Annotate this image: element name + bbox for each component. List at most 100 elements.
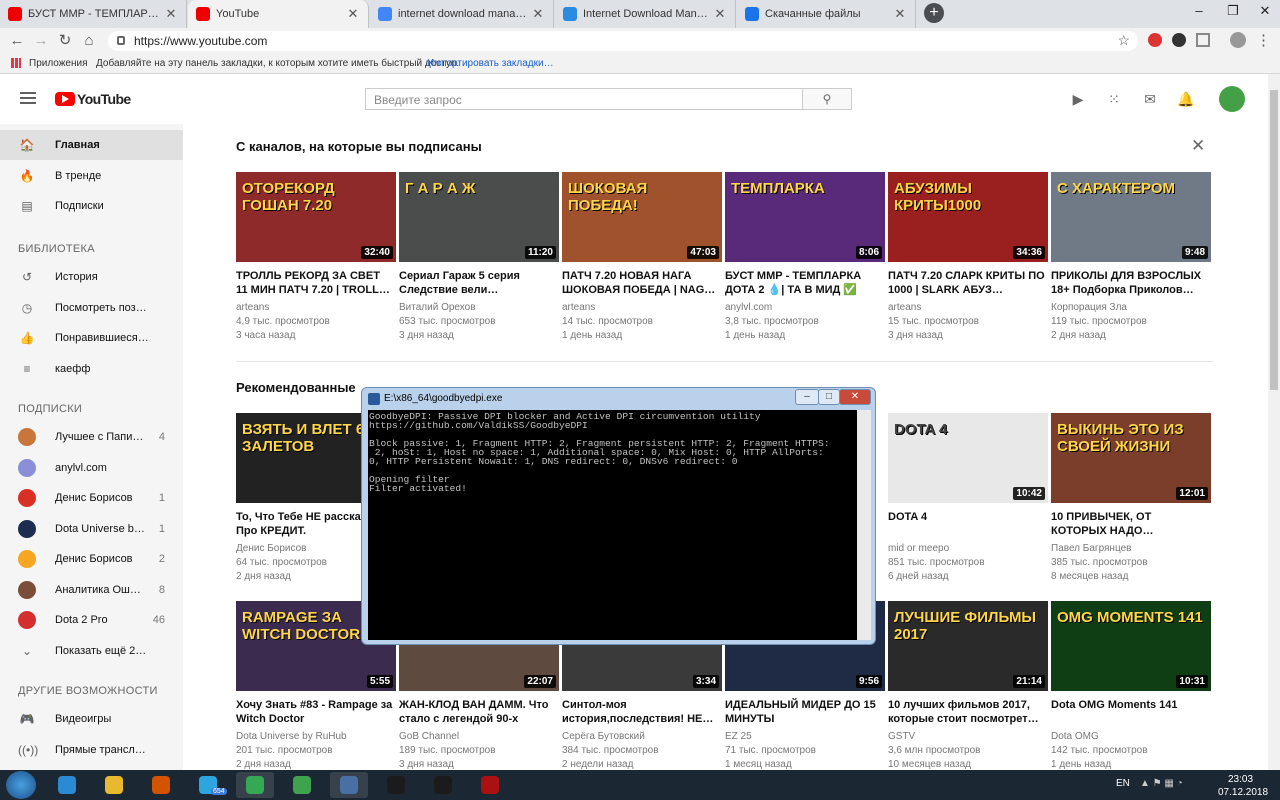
- video-thumbnail[interactable]: С ХАРАКТЕРОМ 9:48: [1051, 172, 1211, 262]
- apps-icon[interactable]: ⁙: [1105, 90, 1123, 108]
- messages-icon[interactable]: ✉: [1141, 90, 1159, 108]
- search-input[interactable]: Введите запрос: [365, 88, 803, 110]
- profile-avatar[interactable]: [1230, 32, 1246, 48]
- video-channel[interactable]: Корпорация Зла: [1051, 301, 1209, 315]
- video-thumbnail[interactable]: ОТОРЕКОРД ГОШАН 7.20 32:40: [236, 172, 396, 262]
- sidebar-item[interactable]: ⌄ Показать ещё 2…: [0, 636, 183, 666]
- tab-close-icon[interactable]: ✕: [346, 6, 360, 22]
- video-channel[interactable]: Павел Багрянцев: [1051, 542, 1209, 556]
- user-avatar[interactable]: [1219, 86, 1245, 112]
- minimize-window-button[interactable]: –: [1182, 0, 1216, 22]
- apps-grid-icon[interactable]: [11, 58, 21, 68]
- video-title[interactable]: 10 ПРИВЫЧЕК, ОТ КОТОРЫХ НАДО…: [1051, 510, 1209, 538]
- browser-tab[interactable]: БУСТ ММР - ТЕМПЛАРКА ДОТА 2✕: [0, 0, 187, 28]
- video-channel[interactable]: arteans: [562, 301, 720, 315]
- console-minimize-button[interactable]: –: [795, 389, 819, 405]
- new-tab-button[interactable]: +: [924, 3, 944, 23]
- clock-date[interactable]: 07.12.2018: [1218, 787, 1268, 798]
- home-icon[interactable]: ⌂: [78, 30, 100, 52]
- extension-icon[interactable]: [1196, 33, 1210, 47]
- reload-icon[interactable]: ↻: [54, 30, 76, 52]
- extension-icon[interactable]: [1148, 33, 1162, 47]
- sidebar-item[interactable]: Денис Борисов 2: [0, 544, 183, 574]
- tray-icons[interactable]: ▲ ⚑ ▦ ◔: [1140, 778, 1183, 789]
- console-maximize-button[interactable]: □: [818, 389, 840, 405]
- video-channel[interactable]: GSTV: [888, 730, 1046, 744]
- sidebar-item[interactable]: Лучшее с Папи… 4: [0, 422, 183, 452]
- taskbar-button[interactable]: [330, 772, 368, 798]
- close-window-button[interactable]: ✕: [1248, 0, 1280, 22]
- create-video-icon[interactable]: ▶: [1069, 90, 1087, 108]
- close-section-icon[interactable]: ✕: [1191, 136, 1205, 156]
- clock-time[interactable]: 23:03: [1228, 774, 1253, 785]
- apps-link[interactable]: Приложения: [29, 58, 88, 69]
- console-scrollbar[interactable]: [857, 410, 871, 640]
- video-title[interactable]: Dota OMG Moments 141: [1051, 698, 1209, 726]
- taskbar-button[interactable]: 654: [189, 772, 227, 798]
- video-title[interactable]: ПАТЧ 7.20 СЛАРК КРИТЫ ПО 1000 | SLARK АБ…: [888, 269, 1046, 297]
- video-title[interactable]: 10 лучших фильмов 2017, которые стоит по…: [888, 698, 1046, 726]
- start-button[interactable]: [6, 771, 36, 799]
- video-channel[interactable]: arteans: [236, 301, 394, 315]
- back-icon[interactable]: ←: [6, 30, 28, 52]
- extension-icon[interactable]: [1172, 33, 1186, 47]
- video-thumbnail[interactable]: ТЕМПЛАРКА 8:06: [725, 172, 885, 262]
- video-title[interactable]: ЖАН-КЛОД ВАН ДАММ. Что стало с легендой …: [399, 698, 557, 726]
- input-language[interactable]: EN: [1116, 778, 1130, 789]
- video-thumbnail[interactable]: ВЫКИНЬ ЭТО ИЗ СВОЕЙ ЖИЗНИ 12:01: [1051, 413, 1211, 503]
- bookmark-star-icon[interactable]: ☆: [1117, 32, 1130, 49]
- browser-menu-icon[interactable]: ⋮: [1256, 31, 1271, 49]
- sidebar-item[interactable]: 🏠 Главная: [0, 130, 183, 160]
- sidebar-item[interactable]: ▤ Подписки: [0, 191, 183, 221]
- sidebar-item[interactable]: Dota 2 Pro 46: [0, 605, 183, 635]
- import-bookmarks-link[interactable]: Импортировать закладки…: [427, 58, 554, 69]
- page-scrollbar-thumb[interactable]: [1270, 90, 1278, 390]
- sidebar-item[interactable]: ((•)) Прямые трансл…: [0, 735, 183, 765]
- video-channel[interactable]: Dota Universe by RuHub: [236, 730, 394, 744]
- video-thumbnail[interactable]: DOTA 4 10:42: [888, 413, 1048, 503]
- video-channel[interactable]: EZ 25: [725, 730, 883, 744]
- browser-tab[interactable]: YouTube ✕: [188, 0, 369, 28]
- video-thumbnail[interactable]: OMG MOMENTS 141 10:31: [1051, 601, 1211, 691]
- video-channel[interactable]: anylvl.com: [725, 301, 883, 315]
- video-channel[interactable]: Серёга Бутовский: [562, 730, 720, 744]
- console-window[interactable]: E:\x86_64\goodbyedpi.exe – □ ✕ GoodbyeDP…: [361, 387, 876, 645]
- video-title[interactable]: DOTA 4: [888, 510, 1046, 538]
- browser-tab[interactable]: Скачанные файлы ✕: [737, 0, 916, 28]
- youtube-logo-text[interactable]: YouTube: [77, 91, 131, 107]
- sidebar-item[interactable]: Денис Борисов 1: [0, 483, 183, 513]
- console-output[interactable]: GoodbyeDPI: Passive DPI blocker and Acti…: [368, 410, 857, 640]
- video-thumbnail[interactable]: ЛУЧШИЕ ФИЛЬМЫ 2017 21:14: [888, 601, 1048, 691]
- video-channel[interactable]: arteans: [888, 301, 1046, 315]
- video-title[interactable]: Хочу Знать #83 - Rampage за Witch Doctor: [236, 698, 394, 726]
- video-title[interactable]: ПАТЧ 7.20 НОВАЯ НАГА ШОКОВАЯ ПОБЕДА | NA…: [562, 269, 720, 297]
- forward-icon[interactable]: →: [30, 30, 52, 52]
- tab-close-icon[interactable]: ✕: [531, 6, 545, 22]
- video-channel[interactable]: mid or meepo: [888, 542, 1046, 556]
- video-title[interactable]: ТРОЛЛЬ РЕКОРД ЗА СВЕТ 11 МИН ПАТЧ 7.20 |…: [236, 269, 394, 297]
- browser-tab[interactable]: internet download manager - По…✕: [370, 0, 554, 28]
- tab-close-icon[interactable]: ✕: [164, 6, 178, 22]
- taskbar-button[interactable]: [283, 772, 321, 798]
- sidebar-item[interactable]: Dota Universe b… 1: [0, 514, 183, 544]
- omnibox[interactable]: https://www.youtube.com ☆: [108, 31, 1138, 51]
- video-title[interactable]: ПРИКОЛЫ ДЛЯ ВЗРОСЛЫХ 18+ Подборка Прикол…: [1051, 269, 1209, 297]
- search-button[interactable]: ⚲: [802, 88, 852, 110]
- video-thumbnail[interactable]: ШОКОВАЯ ПОБЕДА! 47:03: [562, 172, 722, 262]
- video-title[interactable]: ИДЕАЛЬНЫЙ МИДЕР ДО 15 МИНУТЫ: [725, 698, 883, 726]
- taskbar-button[interactable]: [377, 772, 415, 798]
- taskbar-button[interactable]: [95, 772, 133, 798]
- video-channel[interactable]: Виталий Орехов: [399, 301, 557, 315]
- sidebar-item[interactable]: ◷ Посмотреть поз…: [0, 293, 183, 323]
- console-close-button[interactable]: ✕: [839, 389, 871, 405]
- hamburger-menu-icon[interactable]: [20, 92, 36, 104]
- notifications-bell-icon[interactable]: 🔔: [1177, 90, 1195, 108]
- sidebar-item[interactable]: 🔥 В тренде: [0, 161, 183, 191]
- video-title[interactable]: Сериал Гараж 5 серия Следствие вели…: [399, 269, 557, 297]
- browser-tab[interactable]: Internet Download Manager 6.30✕: [555, 0, 736, 28]
- sidebar-item[interactable]: anylvl.com: [0, 453, 183, 483]
- sidebar-item[interactable]: Аналитика Ош… 8: [0, 575, 183, 605]
- maximize-window-button[interactable]: ❐: [1216, 0, 1250, 22]
- taskbar-button[interactable]: [142, 772, 180, 798]
- sidebar-item[interactable]: ≡ каефф: [0, 354, 183, 384]
